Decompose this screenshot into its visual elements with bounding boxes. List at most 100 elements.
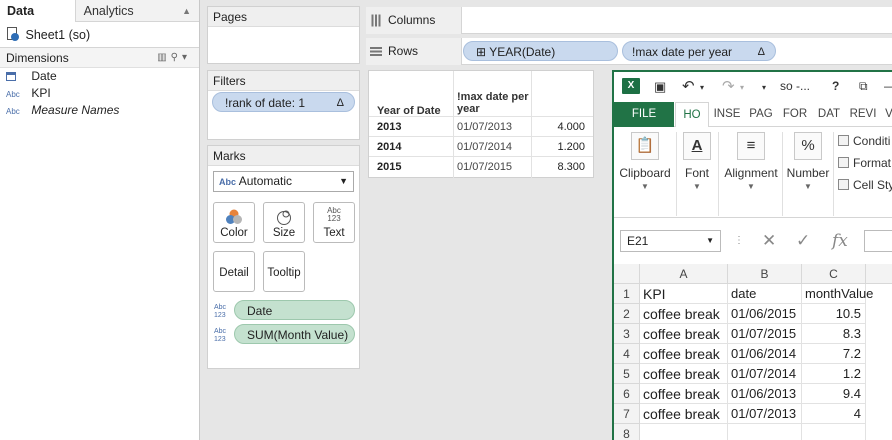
row-header[interactable]: 6 — [614, 384, 640, 404]
customize-toolbar-icon[interactable]: ▾ — [762, 83, 766, 92]
undo-dropdown-icon[interactable]: ▾ — [700, 83, 704, 92]
field-kpi[interactable]: Abc KPI — [0, 85, 199, 102]
value-cell[interactable]: 8.300 — [557, 157, 585, 177]
save-icon[interactable]: ▣ — [654, 79, 666, 95]
cell-a1[interactable]: KPI — [640, 284, 728, 304]
cell-c4[interactable]: 7.2 — [802, 344, 866, 364]
redo-icon[interactable]: ↷ — [722, 77, 735, 95]
cell-a3[interactable]: coffee break — [640, 324, 728, 344]
view-toggle-icon[interactable]: ▥ — [157, 52, 170, 63]
column-header-a[interactable]: A — [640, 264, 728, 284]
cell-c7[interactable]: 4 — [802, 404, 866, 424]
cell-c6[interactable]: 9.4 — [802, 384, 866, 404]
format-as-table-button[interactable]: Format — [838, 156, 891, 170]
tab-file[interactable]: FILE — [614, 102, 674, 127]
header-max-date[interactable]: !max date per year — [457, 91, 529, 115]
cell-b7[interactable]: 01/07/2013 — [728, 404, 802, 424]
size-button[interactable]: Size — [263, 202, 305, 243]
tab-data[interactable]: DAT — [813, 102, 845, 127]
year-cell[interactable]: 2013 — [377, 117, 401, 137]
number-group[interactable]: % Number ▼ — [784, 128, 832, 191]
tooltip-button[interactable]: Tooltip — [263, 251, 305, 292]
cell-c3[interactable]: 8.3 — [802, 324, 866, 344]
tab-formulas[interactable]: FOR — [779, 102, 811, 127]
row-header[interactable]: 2 — [614, 304, 640, 324]
insert-function-icon[interactable]: fx — [832, 228, 848, 254]
column-header-d[interactable] — [866, 264, 892, 284]
help-icon[interactable]: ? — [832, 79, 839, 93]
cell-b3[interactable]: 01/07/2015 — [728, 324, 802, 344]
rows-pill-year[interactable]: ⊞ YEAR(Date) — [463, 41, 618, 61]
row-header[interactable]: 7 — [614, 404, 640, 424]
row-header[interactable]: 3 — [614, 324, 640, 344]
cell-c1[interactable]: monthValue — [802, 284, 873, 304]
select-all[interactable] — [614, 264, 640, 284]
tab-data[interactable]: Data — [0, 0, 76, 22]
cancel-icon[interactable]: ✕ — [762, 228, 776, 254]
cell-a5[interactable]: coffee break — [640, 364, 728, 384]
column-header-b[interactable]: B — [728, 264, 802, 284]
expand-icon[interactable]: ⊞ — [476, 45, 486, 59]
font-group[interactable]: A Font ▼ — [678, 128, 716, 191]
rows-shelf[interactable]: Rows ⊞ YEAR(Date) !max date per year Δ — [366, 38, 892, 65]
cell-a4[interactable]: coffee break — [640, 344, 728, 364]
ribbon-display-icon[interactable]: ⧉ — [859, 79, 868, 94]
cell-b5[interactable]: 01/07/2014 — [728, 364, 802, 384]
columns-shelf[interactable]: Columns — [366, 7, 892, 34]
date-cell[interactable]: 01/07/2014 — [457, 137, 512, 157]
enter-icon[interactable]: ✓ — [796, 228, 810, 254]
cell-b2[interactable]: 01/06/2015 — [728, 304, 802, 324]
field-date[interactable]: Date — [0, 68, 199, 85]
clipboard-group[interactable]: 📋 Clipboard ▼ — [616, 128, 674, 191]
row-header[interactable]: 8 — [614, 424, 640, 440]
color-button[interactable]: Color — [213, 202, 255, 243]
cell-b4[interactable]: 01/06/2014 — [728, 344, 802, 364]
chevron-down-icon[interactable]: ▾ — [182, 52, 191, 63]
cell-a2[interactable]: coffee break — [640, 304, 728, 324]
date-cell[interactable]: 01/07/2013 — [457, 117, 512, 137]
cell-a8[interactable] — [640, 424, 728, 440]
cell-c8[interactable] — [802, 424, 866, 440]
chevron-down-icon[interactable]: ▼ — [706, 231, 714, 251]
cell-a6[interactable]: coffee break — [640, 384, 728, 404]
cell-b1[interactable]: date — [728, 284, 802, 304]
cell-c5[interactable]: 1.2 — [802, 364, 866, 384]
row-header[interactable]: 4 — [614, 344, 640, 364]
updown-icon[interactable]: ▲ — [182, 0, 191, 22]
cell-styles-button[interactable]: Cell Sty — [838, 178, 892, 192]
alignment-group[interactable]: ≡ Alignment ▼ — [720, 128, 782, 191]
excel-logo-icon[interactable]: X — [622, 78, 640, 94]
datasource-row[interactable]: Sheet1 (so) — [0, 22, 199, 48]
conditional-formatting-button[interactable]: Conditi — [838, 134, 890, 148]
marks-sum-pill[interactable]: SUM(Month Value) — [234, 324, 355, 344]
value-cell[interactable]: 4.000 — [557, 117, 585, 137]
marks-date-pill[interactable]: Date — [234, 300, 355, 320]
filter-pill[interactable]: !rank of date: 1 Δ — [212, 92, 355, 112]
tab-view[interactable]: V — [881, 102, 892, 127]
detail-button[interactable]: Detail — [213, 251, 255, 292]
tab-analytics[interactable]: Analytics ▲ — [76, 0, 199, 22]
tab-home[interactable]: HO — [675, 102, 709, 127]
row-header[interactable]: 1 — [614, 284, 640, 304]
tab-review[interactable]: REVI — [847, 102, 879, 127]
cell-a7[interactable]: coffee break — [640, 404, 728, 424]
year-cell[interactable]: 2014 — [377, 137, 401, 157]
cell-c2[interactable]: 10.5 — [802, 304, 866, 324]
cell-b8[interactable] — [728, 424, 802, 440]
value-cell[interactable]: 1.200 — [557, 137, 585, 157]
date-cell[interactable]: 01/07/2015 — [457, 157, 512, 177]
minimize-icon[interactable]: — — [884, 79, 892, 93]
search-icon[interactable]: ⚲ — [171, 52, 182, 63]
column-header-c[interactable]: C — [802, 264, 866, 284]
rows-pill-max-date[interactable]: !max date per year Δ — [622, 41, 776, 61]
name-box[interactable]: E21 ▼ — [620, 230, 721, 252]
tab-page-layout[interactable]: PAG — [745, 102, 777, 127]
undo-icon[interactable]: ↶ — [682, 77, 695, 95]
year-cell[interactable]: 2015 — [377, 157, 401, 177]
text-button[interactable]: Abc 123 Text — [313, 202, 355, 243]
mark-type-dropdown[interactable]: Abc Automatic ▼ — [213, 171, 354, 192]
field-measure-names[interactable]: Abc Measure Names — [0, 102, 199, 119]
tab-insert[interactable]: INSE — [711, 102, 743, 127]
redo-dropdown-icon[interactable]: ▾ — [740, 83, 744, 92]
formula-input[interactable] — [864, 230, 892, 252]
